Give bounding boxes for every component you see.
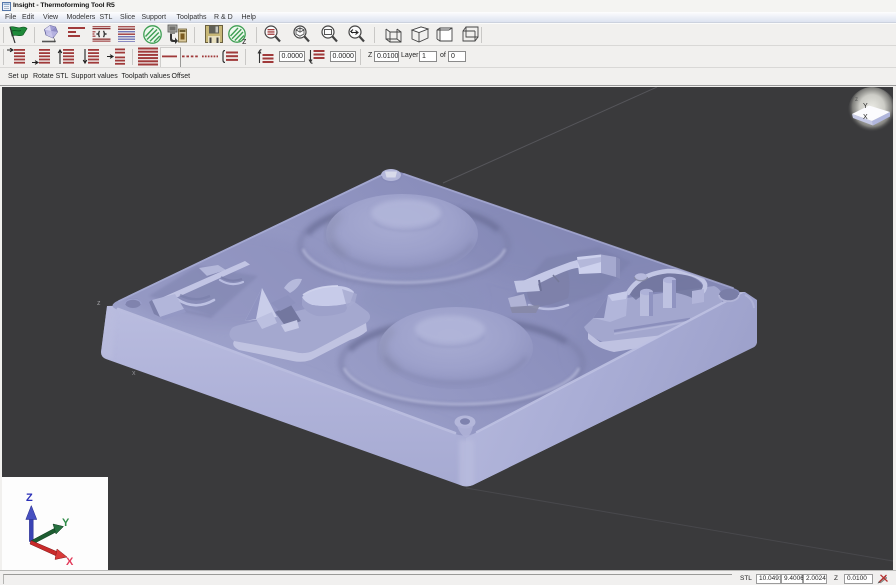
svg-text:X: X <box>863 114 868 121</box>
svg-text:X: X <box>66 556 74 568</box>
svg-text:z: z <box>855 97 858 103</box>
svg-text:z: z <box>242 36 247 45</box>
svg-text:Y: Y <box>863 103 868 110</box>
svg-text:Y: Y <box>62 517 70 529</box>
svg-text:x: x <box>132 370 136 377</box>
svg-text:Z: Z <box>26 492 33 504</box>
svg-text:z: z <box>97 300 101 307</box>
